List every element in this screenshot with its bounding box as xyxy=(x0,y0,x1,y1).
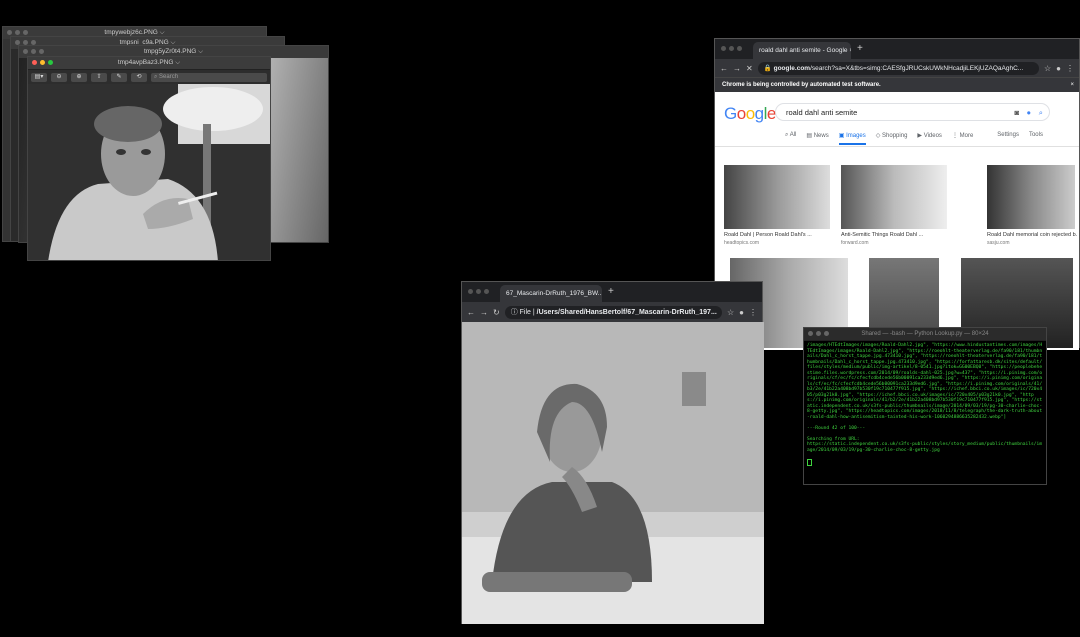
local-image-chrome-window[interactable]: 67_Mascarin-DrRuth_1976_BW... × + ← → ↻ … xyxy=(461,281,764,624)
divider xyxy=(715,146,1079,147)
result-site: sasju.com xyxy=(987,240,1010,246)
back-icon[interactable]: ← xyxy=(467,308,475,317)
sidebar-icon[interactable]: ▤▾ xyxy=(31,72,47,82)
profile-icon[interactable]: ● xyxy=(1056,64,1061,73)
url-path: /search?sa=X&tbs=simg:CAESfgJRUCskUWkNHc… xyxy=(810,64,1024,72)
forward-icon[interactable]: → xyxy=(480,308,488,317)
star-icon[interactable]: ☆ xyxy=(1044,64,1051,73)
result-caption[interactable]: Anti-Semitic Things Roald Dahl ... xyxy=(841,232,947,238)
result-caption[interactable]: Roald Dahl memorial coin rejected b... xyxy=(987,232,1077,238)
tab-more[interactable]: ⋮ More xyxy=(952,132,973,145)
url-domain: google.com xyxy=(773,64,811,72)
search-query: roald dahl anti semite xyxy=(786,108,858,117)
back-icon[interactable]: ← xyxy=(720,64,728,73)
window-title: tmpg5yZr0t4.PNG ⌵ xyxy=(143,48,204,55)
profile-icon[interactable]: ● xyxy=(739,308,744,317)
tab-images[interactable]: ▣ Images xyxy=(838,132,866,145)
automation-infobar: Chrome is being controlled by automated … xyxy=(715,77,1079,92)
tab-google-search[interactable]: roald dahl anti semite - Google × xyxy=(753,42,851,59)
search-input[interactable]: ⌕ Search xyxy=(151,72,267,82)
roald-dahl-portrait xyxy=(28,84,270,260)
image-result[interactable] xyxy=(724,165,830,229)
rotate-icon[interactable]: ⟲ xyxy=(131,72,147,82)
tab-more-label: More xyxy=(959,133,974,139)
close-button[interactable] xyxy=(32,60,37,65)
address-bar[interactable]: ⓘ File | /Users/Shared/HansBertolf/67_Ma… xyxy=(504,305,722,319)
search-input[interactable]: roald dahl anti semite ◙ ● ⌕ xyxy=(775,103,1050,121)
preview-window-front[interactable]: tmp4avpBaz3.PNG ⌵ ▤▾ ⊖ ⊕ ⇧ ✎ ⟲ ⌕ Search xyxy=(27,56,271,261)
tab-shopping-label: Shopping xyxy=(882,133,908,139)
infobar-text: Chrome is being controlled by automated … xyxy=(722,82,881,88)
share-icon[interactable]: ⇧ xyxy=(91,72,107,82)
window-title: tmp4avpBaz3.PNG ⌵ xyxy=(117,59,181,66)
terminal-output-text: /images/HTEdtImages/images/Roald-Dahl2.j… xyxy=(807,343,1043,453)
tab-news-label: News xyxy=(813,133,829,139)
zoom-out-icon[interactable]: ⊖ xyxy=(51,72,67,82)
new-tab-button[interactable]: + xyxy=(857,43,863,54)
new-tab-button[interactable]: + xyxy=(608,286,614,297)
star-icon[interactable]: ☆ xyxy=(727,308,734,317)
tab-all-label: All xyxy=(789,132,797,138)
stop-icon[interactable]: ✕ xyxy=(746,64,753,73)
tab-images-label: Images xyxy=(846,133,866,139)
markup-icon[interactable]: ✎ xyxy=(111,72,127,82)
google-logo[interactable]: Google xyxy=(724,104,776,124)
result-site: forward.com xyxy=(841,240,869,246)
tab-videos-label: Videos xyxy=(923,133,942,139)
tab-news[interactable]: ▤ News xyxy=(806,132,828,145)
result-site: headtopics.com xyxy=(724,240,760,246)
url-scheme: File xyxy=(519,308,531,316)
image-result[interactable] xyxy=(987,165,1075,229)
zoom-button[interactable] xyxy=(48,60,53,65)
mic-icon[interactable]: ● xyxy=(1026,104,1031,122)
google-chrome-window[interactable]: roald dahl anti semite - Google × + ← → … xyxy=(714,38,1080,350)
terminal-window[interactable]: Shared — -bash — Python Lookup.py — 80×2… xyxy=(803,327,1047,485)
tab-videos[interactable]: ▶ Videos xyxy=(917,132,942,145)
menu-icon[interactable]: ⋮ xyxy=(749,308,757,317)
tab-tools[interactable]: Tools xyxy=(1029,132,1043,145)
address-bar[interactable]: 🔒 google.com/search?sa=X&tbs=simg:CAESfg… xyxy=(757,61,1039,75)
search-icon[interactable]: ⌕ xyxy=(1039,104,1043,122)
tab-all[interactable]: ⌕ All xyxy=(785,132,796,145)
terminal-title: Shared — -bash — Python Lookup.py — 80×2… xyxy=(861,331,989,337)
tab-settings[interactable]: Settings xyxy=(997,132,1019,145)
window-title: tmpywebjz6c.PNG ⌵ xyxy=(104,29,165,36)
dr-ruth-photo xyxy=(462,322,764,624)
tab-local-image[interactable]: 67_Mascarin-DrRuth_1976_BW... × xyxy=(500,285,602,302)
minimize-button[interactable] xyxy=(40,60,45,65)
infobar-close-icon[interactable]: × xyxy=(1070,78,1074,92)
image-result[interactable] xyxy=(841,165,947,229)
forward-icon[interactable]: → xyxy=(733,64,741,73)
menu-icon[interactable]: ⋮ xyxy=(1066,64,1074,73)
terminal-cursor xyxy=(807,458,812,466)
terminal-output[interactable]: /images/HTEdtImages/images/Roald-Dahl2.j… xyxy=(804,341,1046,468)
search-placeholder: Search xyxy=(159,73,179,80)
url-path: /Users/Shared/HansBertolf/67_Mascarin-Dr… xyxy=(536,308,717,316)
camera-icon[interactable]: ◙ xyxy=(1014,104,1019,122)
zoom-in-icon[interactable]: ⊕ xyxy=(71,72,87,82)
reload-icon[interactable]: ↻ xyxy=(493,308,500,317)
tab-shopping[interactable]: ◇ Shopping xyxy=(876,132,908,145)
result-caption[interactable]: Roald Dahl | Person Roald Dahl's ... xyxy=(724,232,830,238)
